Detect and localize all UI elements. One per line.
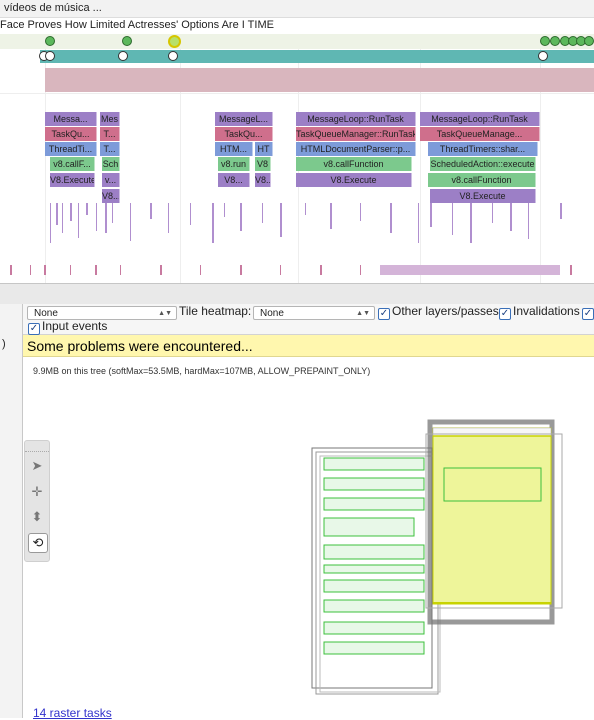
other-layers-checkbox[interactable]: ✓ Other layers/passes xyxy=(378,304,499,320)
tile-heatmap-label: Tile heatmap: xyxy=(179,304,252,318)
flame-event[interactable]: V8 xyxy=(255,157,271,171)
flame-event[interactable]: TaskQu... xyxy=(45,127,97,141)
memory-track xyxy=(45,68,594,92)
flame-event[interactable]: ThreadTimers::shar... xyxy=(428,142,538,156)
flame-event[interactable]: TaskQueueManage... xyxy=(420,127,540,141)
pointer-icon[interactable]: ➤ xyxy=(28,457,46,475)
flame-event[interactable]: V8.Execute xyxy=(430,189,536,203)
tile-heatmap-value: None xyxy=(260,308,284,319)
flame-event[interactable]: HT xyxy=(255,142,273,156)
tile-heatmap-select[interactable]: None ▲▼ xyxy=(253,306,375,320)
left-sidebar: ) xyxy=(0,304,23,718)
network-marker[interactable] xyxy=(168,51,178,61)
extra-checkbox[interactable]: ✓ xyxy=(582,304,594,320)
timeline-panel[interactable]: vídeos de música ... Face Proves How Lim… xyxy=(0,0,594,283)
frame-marker[interactable] xyxy=(45,36,55,46)
flame-event[interactable]: ScheduledAction::execute xyxy=(430,157,536,171)
flame-event[interactable]: Mes xyxy=(100,112,120,126)
invalidations-checkbox[interactable]: ✓ Invalidations xyxy=(499,304,580,320)
palette-grip[interactable] xyxy=(25,441,49,452)
layer-filter-select[interactable]: None ▲▼ xyxy=(27,306,177,320)
layers-toolbar: None ▲▼ Tile heatmap: None ▲▼ ✓ Other lay… xyxy=(23,304,594,335)
flame-event[interactable]: V8.Execute xyxy=(296,173,412,187)
timeline-header-row: vídeos de música ... xyxy=(0,0,594,18)
flame-row: TaskQu... T... TaskQu... TaskQueueManage… xyxy=(0,127,594,141)
flame-event[interactable]: V8.Execute xyxy=(50,173,95,187)
track-separator xyxy=(0,93,594,94)
flame-event[interactable]: MessageLoop::RunTask xyxy=(420,112,540,126)
flame-event[interactable]: v8.callF... xyxy=(50,157,95,171)
frame-title-row: Face Proves How Limited Actresses' Optio… xyxy=(0,18,594,33)
invalidations-label: Invalidations xyxy=(513,304,580,318)
other-layers-label: Other layers/passes xyxy=(392,304,499,318)
warning-banner: Some problems were encountered... xyxy=(23,335,594,357)
frames-track xyxy=(0,34,594,49)
flame-event[interactable]: V8... xyxy=(102,189,120,203)
zoom-icon[interactable]: ⬍ xyxy=(28,508,46,526)
frame-marker[interactable] xyxy=(122,36,132,46)
checkbox-icon: ✓ xyxy=(582,308,594,320)
flame-event[interactable]: HTM... xyxy=(215,142,253,156)
frame-title: Face Proves How Limited Actresses' Optio… xyxy=(0,19,274,31)
frame-marker[interactable] xyxy=(540,36,550,46)
rotate-icon[interactable]: ⟲ xyxy=(28,533,48,553)
flame-event[interactable]: V8... xyxy=(255,173,271,187)
flame-event[interactable]: v8.callFunction xyxy=(428,173,536,187)
flame-event[interactable]: MessageLoop::RunTask xyxy=(296,112,416,126)
network-marker[interactable] xyxy=(538,51,548,61)
checkbox-icon: ✓ xyxy=(28,323,40,335)
network-marker[interactable] xyxy=(118,51,128,61)
flame-event[interactable]: Messa... xyxy=(45,112,97,126)
flame-event[interactable]: v8.run xyxy=(218,157,250,171)
chevron-updown-icon: ▲▼ xyxy=(158,310,172,317)
flame-row: V8... V8.Execute xyxy=(0,189,594,203)
flame-row: Messa... Mes MessageL... MessageLoop::Ru… xyxy=(0,112,594,126)
flame-row: V8.Execute v... V8... V8... V8.Execute v… xyxy=(0,173,594,187)
flame-event[interactable]: Sch xyxy=(102,157,120,171)
flame-row: ThreadTi... T... HTM... HT HTMLDocumentP… xyxy=(0,142,594,156)
flame-event[interactable]: TaskQueueManager::RunTask xyxy=(296,127,416,141)
layer-filter-value: None xyxy=(34,308,58,319)
flame-event[interactable]: v... xyxy=(102,173,120,187)
flame-event[interactable]: T... xyxy=(100,127,120,141)
flame-event[interactable]: MessageL... xyxy=(215,112,273,126)
tool-palette: ➤ ✛ ⬍ ⟲ xyxy=(24,440,50,562)
frame-marker[interactable] xyxy=(584,36,594,46)
flame-event[interactable]: HTMLDocumentParser::p... xyxy=(296,142,416,156)
panel-divider[interactable] xyxy=(0,283,594,305)
frame-marker[interactable] xyxy=(550,36,560,46)
pan-icon[interactable]: ✛ xyxy=(28,483,46,501)
input-events-checkbox[interactable]: ✓ Input events xyxy=(28,319,107,335)
chevron-updown-icon: ▲▼ xyxy=(356,310,370,317)
flame-event[interactable]: v8.callFunction xyxy=(296,157,412,171)
flame-event[interactable]: V8... xyxy=(218,173,250,187)
left-sidebar-text: ) xyxy=(2,338,6,350)
layer-viewport[interactable] xyxy=(300,410,570,700)
network-marker[interactable] xyxy=(45,51,55,61)
flame-row: v8.callF... Sch v8.run V8 v8.callFunctio… xyxy=(0,157,594,171)
flame-event[interactable]: TaskQu... xyxy=(215,127,273,141)
frame-marker-selected[interactable] xyxy=(168,35,181,48)
activity-bars xyxy=(10,203,572,275)
checkbox-icon: ✓ xyxy=(378,308,390,320)
checkbox-icon: ✓ xyxy=(499,308,511,320)
flame-event[interactable]: T... xyxy=(100,142,120,156)
timeline-top-title: vídeos de música ... xyxy=(4,2,102,14)
memory-usage-text: 9.9MB on this tree (softMax=53.5MB, hard… xyxy=(33,366,371,376)
input-events-label: Input events xyxy=(42,319,108,333)
flame-event[interactable]: ThreadTi... xyxy=(45,142,97,156)
